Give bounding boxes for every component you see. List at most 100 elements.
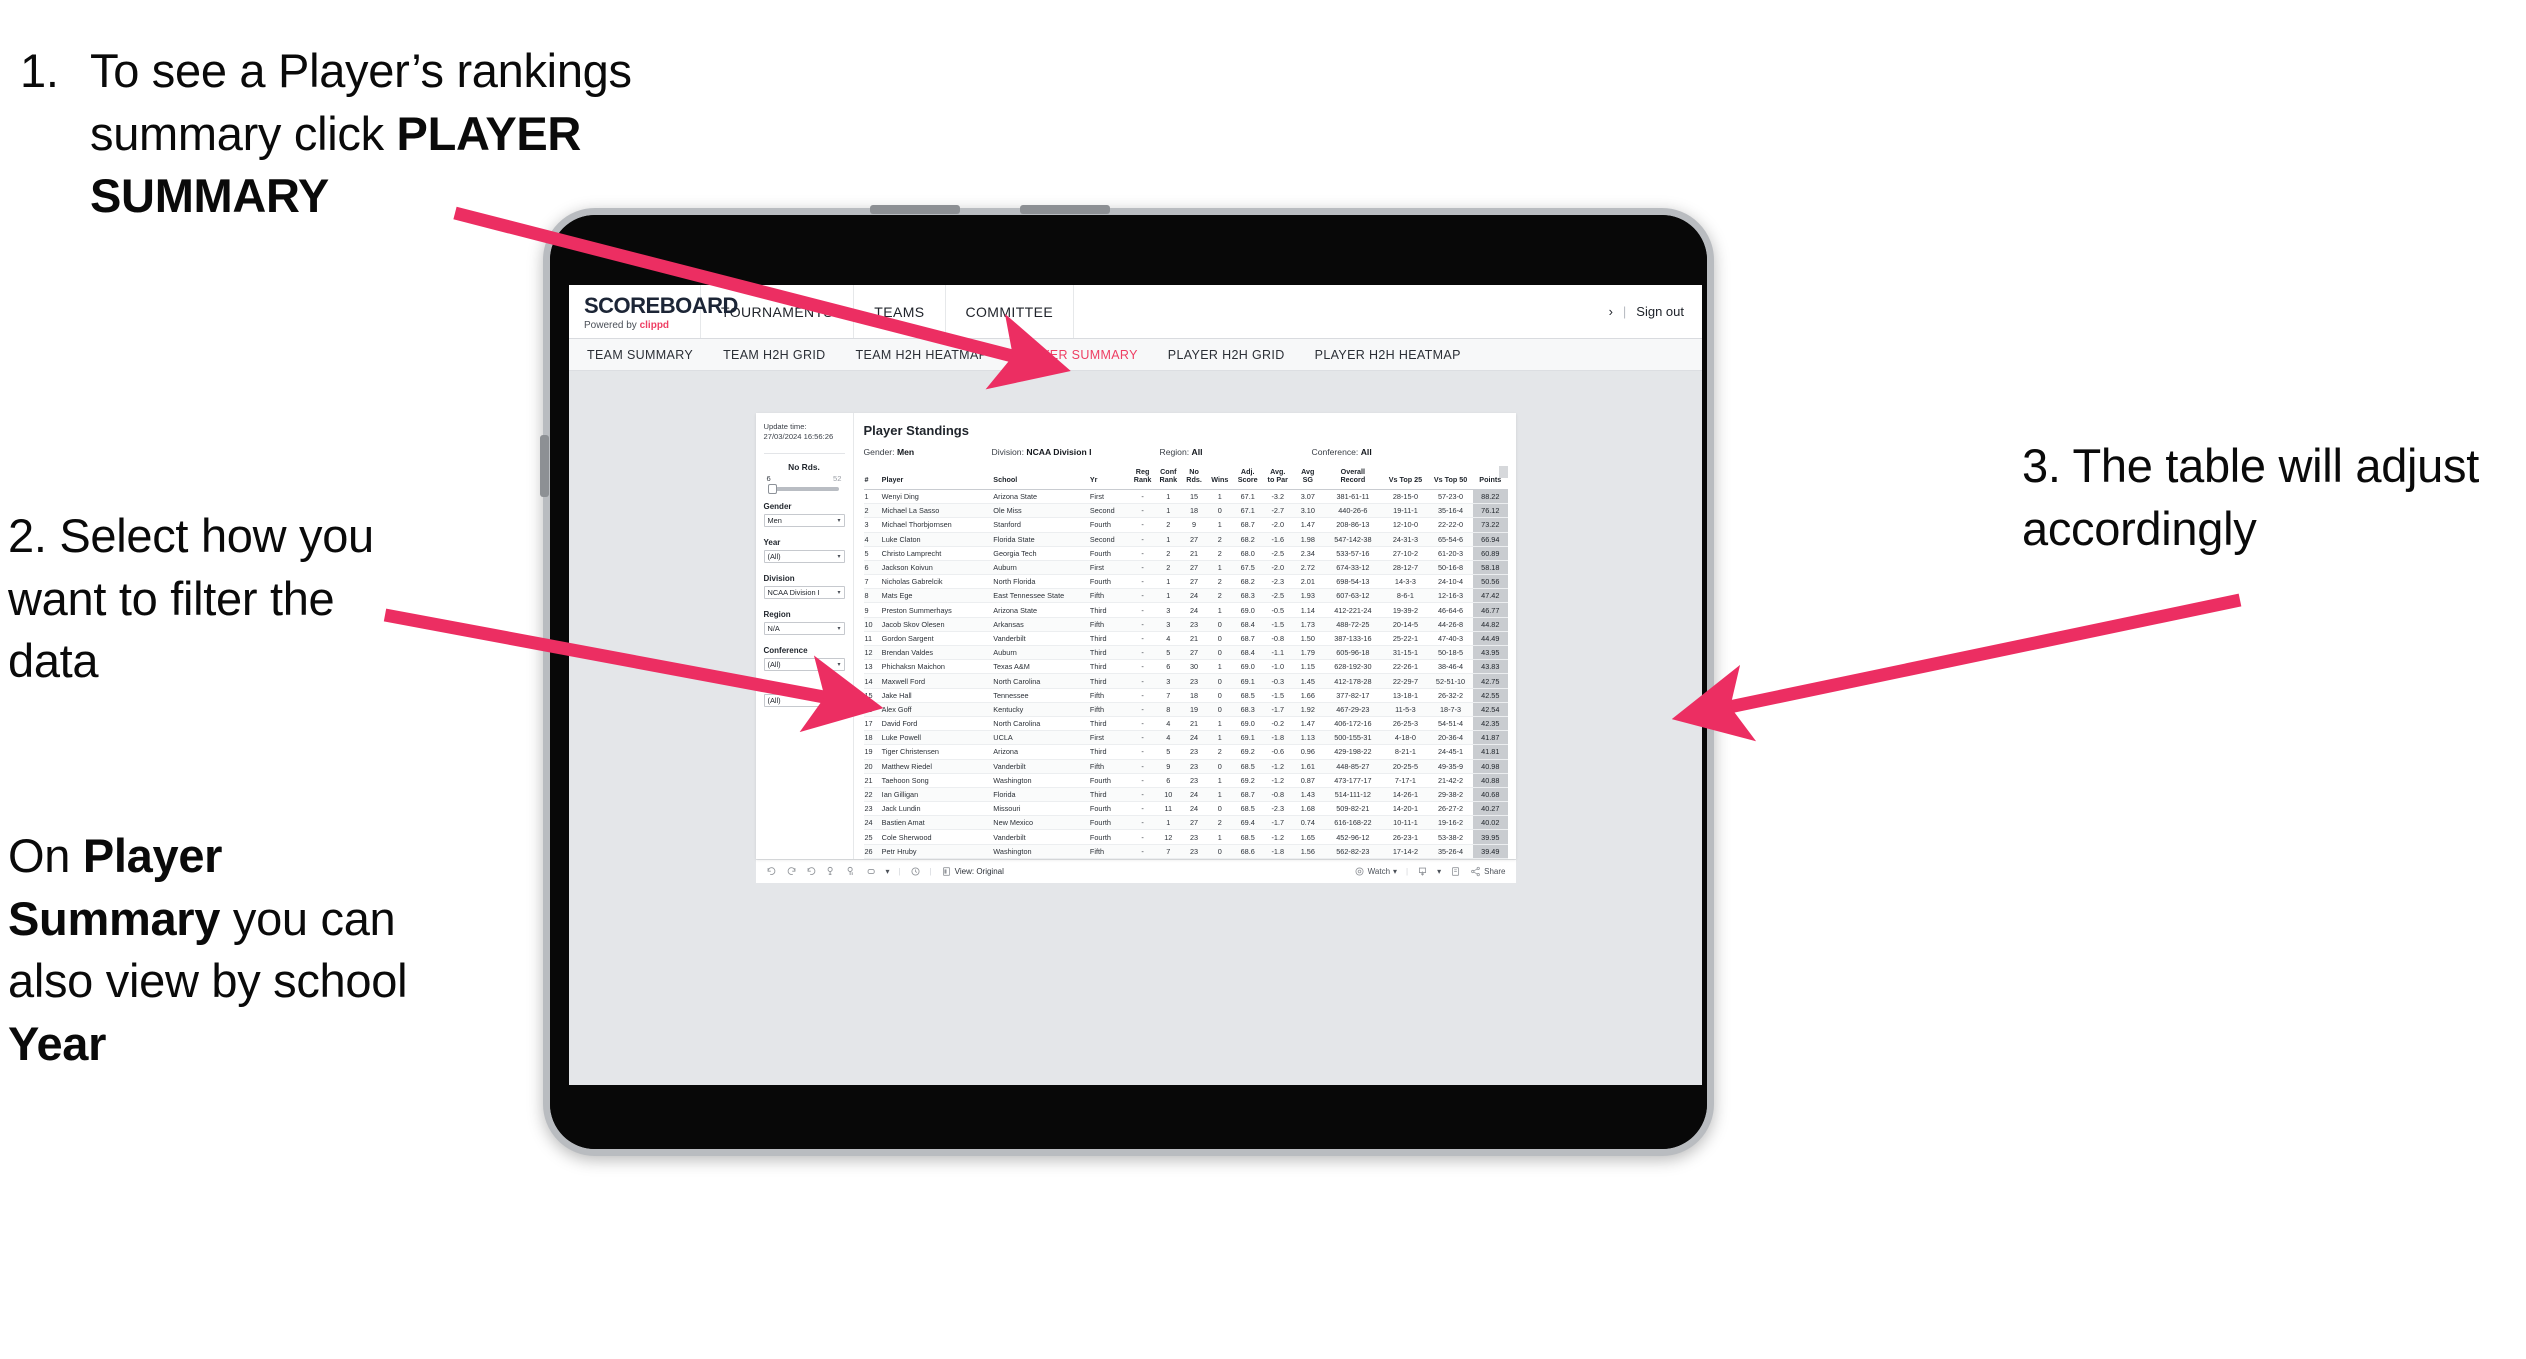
tab-player-summary[interactable]: PLAYER SUMMARY: [1017, 348, 1137, 362]
table-row[interactable]: 26 Petr Hruby Washington Fifth -7 23 0 68.6 -1.8…: [863, 844, 1508, 859]
tab-team-h2h-grid[interactable]: TEAM H2H GRID: [723, 348, 825, 362]
app-logo[interactable]: SCOREBOARD Powered by clippd: [569, 285, 738, 338]
menu-chevron-icon[interactable]: ›: [1609, 304, 1613, 319]
table-row[interactable]: 22 Ian Gilligan Florida Third -10 24 1 68.7 -0.8…: [863, 787, 1508, 803]
cell-avg-sg: 1.13: [1292, 730, 1323, 746]
table-row[interactable]: 6 Jackson Koivun Auburn First -2 27 1 67.5 -2.0 2…: [863, 560, 1508, 576]
filter-division-select[interactable]: NCAA Division I ▾: [763, 585, 845, 599]
tab-player-h2h-heatmap[interactable]: PLAYER H2H HEATMAP: [1315, 348, 1461, 362]
cell-no-rds: 27: [1181, 532, 1207, 547]
filter-region-label: Region: [763, 609, 791, 619]
fullscreen-icon[interactable]: [1450, 866, 1461, 877]
cell-conf-rank: 1: [1155, 574, 1182, 590]
nav-teams[interactable]: TEAMS: [854, 285, 946, 338]
col-wins[interactable]: Wins: [1206, 466, 1233, 490]
cell-conf-rank: 2: [1155, 560, 1182, 576]
table-row[interactable]: 25 Cole Sherwood Vanderbilt Fourth -12 23 1 68.…: [863, 829, 1508, 845]
revert-icon[interactable]: [806, 866, 817, 877]
filter-no-rounds[interactable]: No Rds. 6 52: [764, 462, 845, 494]
table-row[interactable]: 11 Gordon Sargent Vanderbilt Third -4 21 0 68.7…: [863, 631, 1508, 647]
table-scrollbar[interactable]: [1498, 466, 1508, 478]
cell-reg-rank: -: [1129, 560, 1156, 576]
download-caret-icon[interactable]: ▾: [1437, 867, 1441, 876]
shape-dropdown-caret[interactable]: ▾: [886, 867, 890, 876]
table-row[interactable]: 4 Luke Claton Florida State Second -1 27 2 68.2…: [863, 532, 1508, 547]
cell-yr: Third: [1088, 602, 1130, 618]
table-row[interactable]: 20 Matthew Riedel Vanderbilt Fifth -9 23 0 68.5…: [863, 759, 1508, 774]
table-row[interactable]: 15 Jake Hall Tennessee Fifth -7 18 0 68.5 -1.5 1.…: [863, 688, 1508, 703]
col-vs-top-50[interactable]: Vs Top 50: [1427, 466, 1474, 490]
table-row[interactable]: 14 Maxwell Ford North Carolina Third -3 23 0 69…: [863, 673, 1508, 689]
table-row[interactable]: 17 David Ford North Carolina Third -4 21 1 69.0…: [863, 716, 1508, 732]
col-avg-sg[interactable]: Avg SG: [1292, 466, 1323, 490]
table-row[interactable]: 2 Michael La Sasso Ole Miss Second -1 18 0 67.1…: [863, 503, 1508, 519]
cell-adj-score: 69.0: [1232, 602, 1263, 618]
table-row[interactable]: 5 Christo Lamprecht Georgia Tech Fourth -2 21…: [863, 546, 1508, 561]
meta-gender-label: Gender:: [863, 447, 895, 457]
table-row[interactable]: 13 Phichaksn Maichon Texas A&M Third -6 30 1 69…: [863, 659, 1508, 675]
table-row[interactable]: 24 Bastien Amat New Mexico Fourth -1 27 2 69.4-…: [863, 815, 1508, 831]
cell-reg-rank: -: [1129, 759, 1156, 774]
col-reg-rank[interactable]: Reg Rank: [1129, 466, 1156, 490]
watch-button[interactable]: Watch ▾: [1354, 866, 1397, 877]
cell-overall-record: 429-198-22: [1322, 744, 1383, 760]
cell-adj-score: 67.1: [1232, 503, 1263, 519]
cell-vs-top-50: 44-26-8: [1427, 617, 1474, 632]
table-row[interactable]: 3 Michael Thorbjornsen Stanford Fourth -2 9 1 6…: [863, 517, 1508, 533]
tab-team-h2h-heatmap[interactable]: TEAM H2H HEATMAP: [856, 348, 988, 362]
col-overall-record[interactable]: Overall Record: [1322, 466, 1383, 490]
table-row[interactable]: 9 Preston Summerhays Arizona State Third -3 2…: [863, 602, 1508, 618]
table-row[interactable]: 8 Mats Ege East Tennessee State Fifth -1 24 2 6…: [863, 588, 1508, 604]
cell-points: 76.12: [1473, 503, 1508, 519]
clock-icon[interactable]: [910, 866, 921, 877]
tab-player-h2h-grid[interactable]: PLAYER H2H GRID: [1168, 348, 1285, 362]
tab-team-summary[interactable]: TEAM SUMMARY: [587, 348, 693, 362]
col-player[interactable]: Player: [880, 466, 993, 490]
table-row[interactable]: 18 Luke Powell UCLA First -4 24 1 69.1 -1.8 1.13 5…: [863, 730, 1508, 746]
cell-adj-score: 68.2: [1232, 532, 1263, 547]
table-row[interactable]: 10 Jacob Skov Olesen Arkansas Fifth -3 23 0 68.…: [863, 617, 1508, 632]
filter-gender-select[interactable]: Men ▾: [763, 513, 845, 527]
share-button[interactable]: Share: [1470, 866, 1506, 877]
cell-vs-top-25: 14-26-1: [1382, 787, 1428, 803]
toolbar-separator-3: |: [1406, 866, 1409, 876]
no-rounds-slider-track[interactable]: [767, 483, 839, 494]
table-row[interactable]: 7 Nicholas Gabrelcik North Florida Fourth -1…: [863, 574, 1508, 590]
col-school[interactable]: School: [992, 466, 1089, 490]
filter-region-select[interactable]: N/A ▾: [763, 621, 845, 635]
table-row[interactable]: 21 Taehoon Song Washington Fourth -6 23 1 69.2-…: [863, 773, 1508, 788]
table-row[interactable]: 19 Tiger Christensen Arizona Third -5 23 2 69.2…: [863, 744, 1508, 760]
table-row[interactable]: 16 Alex Goff Kentucky Fifth -8 19 0 68.3 -1.7 1.9…: [863, 702, 1508, 717]
col-conf-rank[interactable]: Conf Rank: [1155, 466, 1182, 490]
col-adj-score[interactable]: Adj. Score: [1232, 466, 1263, 490]
redo-icon[interactable]: [786, 866, 797, 877]
view-original-button[interactable]: View: Original: [941, 866, 1004, 877]
cell-points: 44.82: [1473, 617, 1508, 632]
col-vs-top-25[interactable]: Vs Top 25: [1382, 466, 1428, 490]
col-yr[interactable]: Yr: [1088, 466, 1130, 490]
cell-yr: Fifth: [1088, 617, 1130, 632]
table-row[interactable]: 23 Jack Lundin Missouri Fourth -11 24 0 68.5 -2.…: [863, 801, 1508, 817]
table-row[interactable]: 12 Brendan Valdes Auburn Third -5 27 0 68.4 -1.1…: [863, 645, 1508, 661]
cell-no-rds: 19: [1181, 702, 1207, 717]
cell-points: 88.22: [1473, 489, 1508, 505]
col-no-rds[interactable]: No Rds.: [1181, 466, 1207, 490]
cell-conf-rank: 9: [1155, 759, 1182, 774]
filter-player-select[interactable]: (All) ▾: [763, 693, 845, 707]
cell-avg-to-par: -2.3: [1262, 574, 1293, 590]
pause-icon[interactable]: [846, 866, 857, 877]
no-rounds-slider-handle[interactable]: [767, 483, 777, 494]
nav-committee[interactable]: COMMITTEE: [946, 285, 1075, 338]
download-icon[interactable]: [1417, 866, 1428, 877]
table-row[interactable]: 1 Wenyi Ding Arizona State First -1 15 1 67.1 -3…: [863, 489, 1508, 505]
refresh-icon[interactable]: [826, 866, 837, 877]
shape-icon[interactable]: [866, 866, 877, 877]
cell-yr: Fifth: [1088, 688, 1130, 703]
filter-conference-select[interactable]: (All) ▾: [763, 657, 845, 671]
col-rank[interactable]: #: [863, 466, 881, 490]
undo-icon[interactable]: [766, 866, 777, 877]
col-avg-to-par[interactable]: Avg. to Par: [1262, 466, 1293, 490]
filter-year-select[interactable]: (All) ▾: [763, 549, 845, 563]
cell-school: East Tennessee State: [992, 588, 1089, 604]
sign-out-link[interactable]: Sign out: [1636, 304, 1684, 319]
